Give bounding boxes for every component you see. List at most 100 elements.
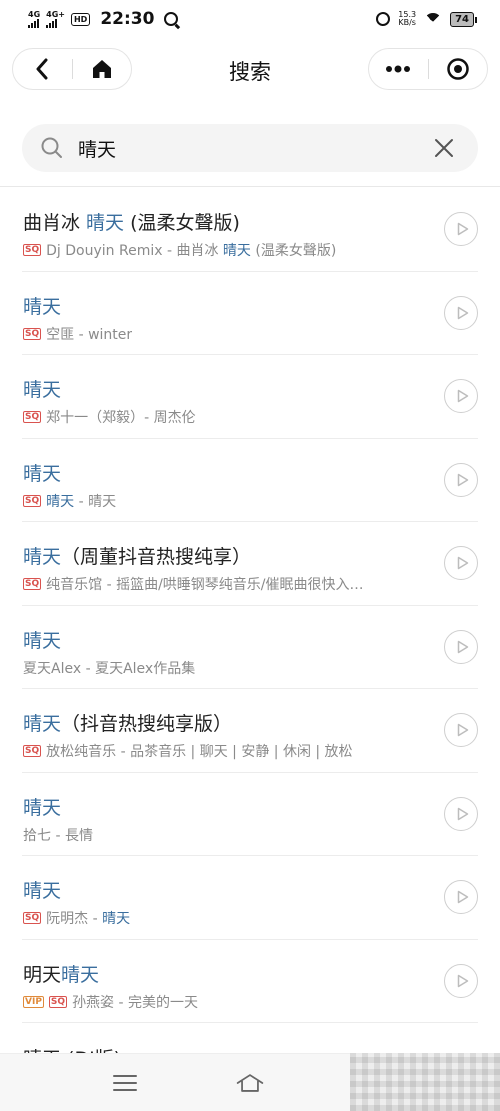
song-subtitle: SQ 郑十一（郑毅）- 周杰伦 — [23, 407, 196, 427]
menu-button[interactable] — [110, 1068, 140, 1098]
play-button[interactable] — [444, 629, 478, 664]
song-title-highlight: 晴天 — [23, 629, 62, 652]
subtitle-pre: Dj Douyin Remix - 曲肖冰 — [46, 243, 223, 259]
list-item[interactable]: 明天晴天 VIP SQ 孙燕姿 - 完美的一天 — [0, 940, 500, 1024]
search-bar — [22, 124, 478, 172]
list-item[interactable]: 晴天（周董抖音热搜纯享） SQ 纯音乐馆 - 摇篮曲/哄睡钢琴纯音乐/催眠曲很快入… — [0, 522, 500, 606]
subtitle-post: - 晴天 — [74, 493, 117, 510]
list-item[interactable]: 晴天 拾七 - 長情 — [0, 773, 500, 857]
signal-2-label: 4G+ — [46, 9, 65, 19]
play-icon — [457, 807, 468, 820]
app-notification-icon — [164, 12, 179, 26]
song-title-highlight: 晴天 — [23, 880, 62, 902]
subtitle-highlight: 晴天 — [46, 493, 75, 510]
subtitle-pre: 空匪 - winter — [46, 326, 133, 343]
artist-album: 夏天Alex - 夏天Alex作品集 — [23, 658, 195, 678]
sq-badge: SQ — [23, 578, 42, 590]
play-button[interactable] — [444, 796, 478, 831]
list-item[interactable]: 晴天 SQ 郑十一（郑毅）- 周杰伦 — [0, 355, 500, 439]
play-icon — [457, 473, 468, 486]
signal-1-label: 4G — [28, 9, 41, 19]
play-button[interactable] — [444, 379, 478, 413]
song-title-pre: 曲肖冰 — [23, 212, 87, 234]
song-title: 晴天（周董抖音热搜纯享） — [23, 542, 251, 569]
subtitle-pre: 纯音乐馆 - 摇篮曲/哄睡钢琴纯音乐/催眠曲很快入… — [46, 577, 364, 593]
list-item[interactable]: 晴天 SQ 空匪 - winter — [0, 272, 500, 356]
song-title-highlight: 晴天 — [23, 713, 62, 735]
song-title-highlight: 晴天 — [23, 379, 62, 401]
song-subtitle: SQ 晴天 - 晴天 — [23, 491, 116, 511]
play-icon — [457, 723, 468, 737]
search-input[interactable] — [78, 137, 408, 159]
song-title-post: (温柔女聲版) — [124, 212, 240, 234]
nav-header: 搜索 — [0, 48, 500, 90]
system-nav-bar — [0, 1053, 500, 1111]
song-title-post: （抖音热搜纯享版） — [61, 713, 233, 735]
subtitle-post: (温柔女聲版) — [250, 243, 337, 259]
vip-badge: VIP — [23, 995, 44, 1008]
artist-album: 孙燕姿 - 完美的一天 — [72, 992, 198, 1012]
list-item[interactable]: 晴天 SQ 晴天 - 晴天 — [0, 439, 500, 523]
play-icon — [457, 389, 468, 403]
sq-badge: SQ — [23, 327, 42, 340]
list-item[interactable]: 晴天（抖音热搜纯享版） SQ 放松纯音乐 - 品茶音乐 | 聊天 | 安静 | 休闲… — [0, 689, 500, 773]
miniapp-capsule — [368, 48, 488, 90]
play-button[interactable] — [444, 462, 478, 497]
song-title: 晴天 — [23, 626, 61, 653]
song-title-post: （周董抖音热搜纯享） — [61, 546, 252, 568]
close-icon[interactable] — [432, 136, 456, 160]
song-subtitle: 拾七 - 長情 — [23, 825, 93, 845]
play-button[interactable] — [444, 546, 478, 580]
system-home-button[interactable] — [235, 1068, 265, 1098]
song-title-highlight: 晴天 — [86, 212, 125, 234]
song-subtitle: SQ 纯音乐馆 - 摇篮曲/哄睡钢琴纯音乐/催眠曲很快入… — [23, 574, 364, 594]
list-item[interactable]: 晴天夏天Alex - 夏天Alex作品集 — [0, 606, 500, 690]
signal-2-icon: 4G+ — [46, 9, 65, 28]
sq-badge: SQ — [48, 995, 68, 1008]
play-icon — [457, 890, 468, 904]
artist-album: 拾七 - 長情 — [23, 825, 93, 845]
song-title: 晴天 — [23, 459, 61, 486]
subtitle-pre: 放松纯音乐 - 品茶音乐 | 聊天 | 安静 | 休闲 | 放松 — [46, 744, 353, 760]
sq-badge: SQ — [23, 745, 42, 757]
subtitle-pre: 阮明杰 - — [46, 911, 103, 927]
sq-badge: SQ — [23, 494, 42, 507]
artist-album: 晴天 - 晴天 — [46, 491, 116, 511]
more-dots-icon — [386, 65, 411, 73]
list-item[interactable]: 曲肖冰 晴天 (温柔女聲版) SQ Dj Douyin Remix - 曲肖冰 晴天… — [0, 188, 500, 272]
play-button[interactable] — [444, 295, 478, 330]
divider — [0, 186, 500, 187]
play-icon — [457, 974, 468, 987]
subtitle-pre: 孙燕姿 - 完美的一天 — [72, 994, 199, 1011]
pixelated-region — [350, 1053, 500, 1111]
signal-1-icon: 4G — [28, 9, 41, 28]
artist-album: 阮明杰 - 晴天 — [46, 908, 130, 928]
sq-badge: SQ — [23, 244, 42, 256]
artist-album: 纯音乐馆 - 摇篮曲/哄睡钢琴纯音乐/催眠曲很快入… — [46, 574, 363, 594]
subtitle-pre: 拾七 - 長情 — [23, 827, 93, 844]
network-speed: 15.3 KB/s — [398, 11, 416, 27]
subtitle-pre: 夏天Alex - 夏天Alex作品集 — [23, 660, 196, 677]
status-time: 22:30 — [100, 9, 155, 29]
play-button[interactable] — [444, 880, 478, 914]
artist-album: 放松纯音乐 - 品茶音乐 | 聊天 | 安静 | 休闲 | 放松 — [46, 741, 352, 761]
song-subtitle: SQ 空匪 - winter — [23, 324, 132, 344]
list-item[interactable]: 晴天 SQ 阮明杰 - 晴天 — [0, 856, 500, 940]
play-icon — [457, 640, 468, 653]
play-icon — [457, 222, 468, 236]
artist-album: 郑十一（郑毅）- 周杰伦 — [46, 407, 196, 427]
song-title: 晴天 — [23, 876, 61, 903]
song-title-highlight: 晴天 — [23, 462, 62, 485]
status-bar: 4G 4G+ HD 22:30 15.3 KB/s 74 — [0, 0, 500, 38]
play-button[interactable] — [444, 212, 478, 246]
target-icon — [446, 58, 469, 80]
play-icon — [457, 306, 468, 319]
play-button[interactable] — [444, 963, 478, 998]
more-button[interactable] — [369, 48, 428, 90]
hd-voice-icon: HD — [70, 12, 91, 26]
close-miniapp-button[interactable] — [428, 48, 487, 90]
subtitle-pre: 郑十一（郑毅）- 周杰伦 — [46, 410, 196, 426]
sq-badge: SQ — [23, 912, 42, 924]
song-title-pre: 明天 — [23, 963, 62, 986]
play-button[interactable] — [444, 713, 478, 747]
